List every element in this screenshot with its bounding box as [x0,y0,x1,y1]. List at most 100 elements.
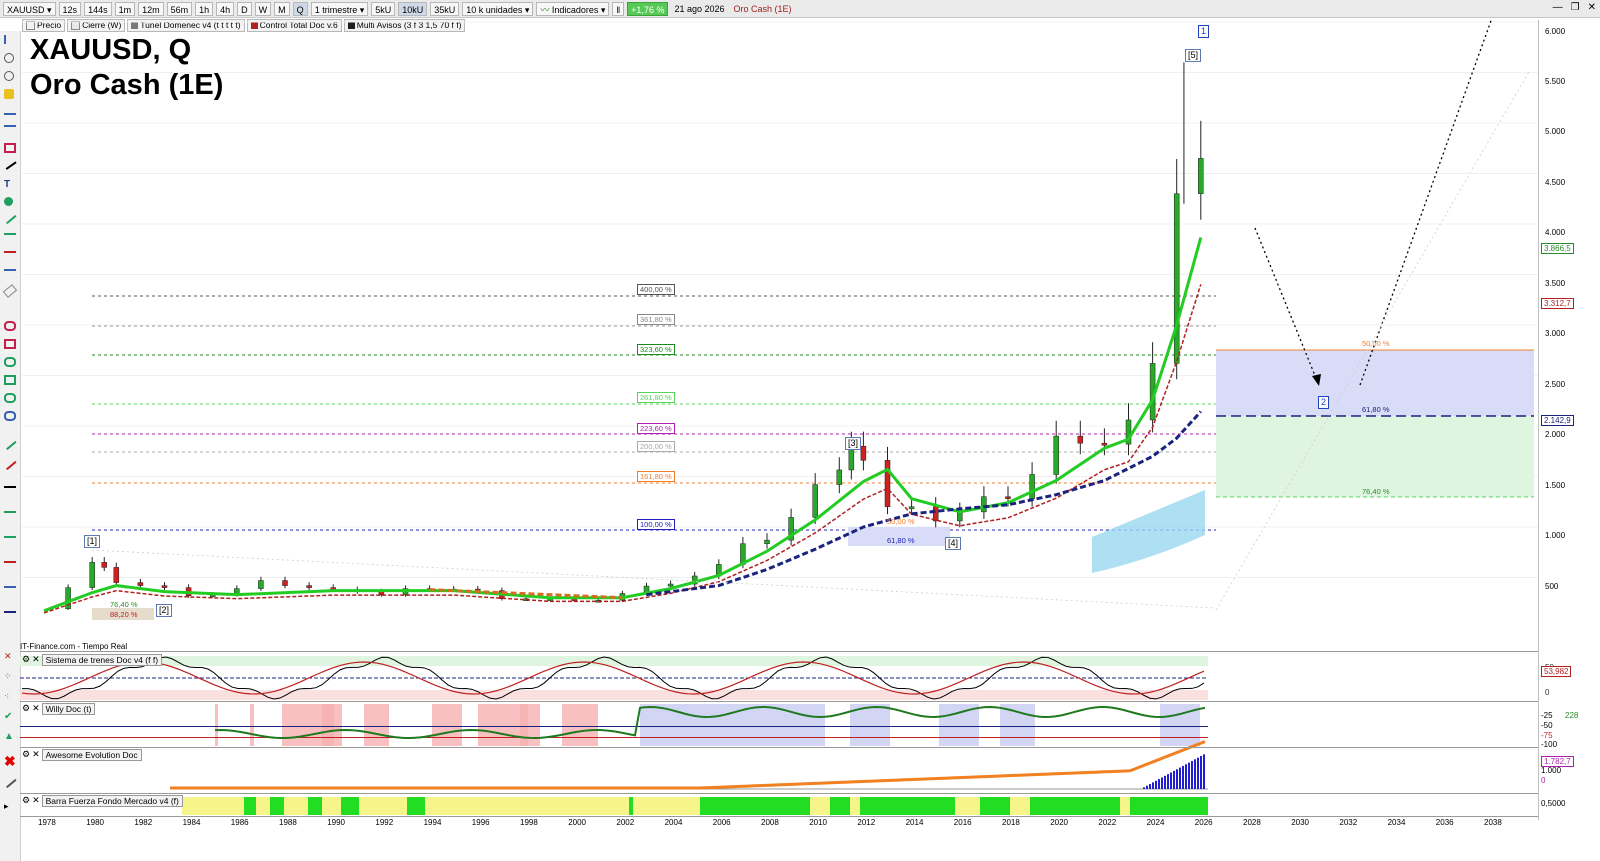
barra-green-block [830,797,850,815]
x-tick-label: 2002 [616,818,635,827]
candle-body [113,567,120,583]
awesome-bar [1158,779,1160,789]
subpanel-label[interactable]: Sistema de trenes Doc v4 (f f) [41,653,163,666]
wave-label-minor-1[interactable]: 1 [1198,25,1210,38]
awesome-bar [1197,757,1199,789]
subpanel-header-willy: ⚙ ✕ Willy Doc (t) [22,702,96,715]
y-tick-label: 2.500 [1545,380,1566,389]
close-icon[interactable]: ✕ [32,654,40,665]
candle-body [667,583,674,587]
y-tick-label: 1.000 [1545,531,1566,540]
sub1-band-bottom [20,690,1208,700]
sub2-value: -100 [1541,740,1558,749]
wave-label-5[interactable]: [5] [1185,49,1202,62]
wave-label-minor-2[interactable]: 2 [1318,396,1330,409]
fib-label-161[interactable]: 161,80 % [637,471,675,482]
retr-label-618: 61,80 % [1362,405,1390,414]
subpanel-label[interactable]: Awesome Evolution Doc [41,748,142,761]
willy-band [432,704,462,746]
x-tick-label: 1978 [38,818,56,827]
restore-icon[interactable]: ❐ [1571,2,1580,13]
panel-divider[interactable] [20,747,1538,748]
minimize-icon[interactable]: — [1553,2,1563,13]
x-tick-label: 1994 [423,818,442,827]
candle-body [908,506,915,510]
x-tick-label: 2010 [809,818,827,827]
subpanel-label[interactable]: Willy Doc (t) [41,702,96,715]
candle-body [1029,474,1035,499]
x-tick-label: 1996 [471,818,490,827]
subpanel-header-awesome: ⚙ ✕ Awesome Evolution Doc [22,748,142,761]
barra-green-block [244,797,256,815]
data-source-label: IT-Finance.com - Tiempo Real [20,642,128,651]
candle-body [258,580,264,589]
wave-label-4[interactable]: [4] [945,537,962,550]
fib-label-223[interactable]: 223,60 % [637,423,675,434]
candle-body [89,562,95,588]
fib-label-361[interactable]: 361,80 % [637,314,675,325]
awesome-bar [1143,787,1145,789]
small-fib-882: 88,20 % [110,610,138,619]
y-tick-label: 2.000 [1545,430,1566,439]
awesome-bar [1191,760,1193,789]
settings-icon[interactable]: ⚙ [22,703,30,714]
settings-icon[interactable]: ⚙ [22,654,30,665]
fib-label-400[interactable]: 400,00 % [637,284,675,295]
wave-label-3[interactable]: [3] [845,437,862,450]
panel-divider[interactable] [20,651,1538,652]
x-tick-label: 2014 [905,818,924,827]
candle-body [1173,193,1180,364]
y-tick-label: 5.000 [1545,127,1566,136]
panel-divider[interactable] [20,701,1538,702]
barra-green-block [629,797,633,815]
x-tick-label: 2018 [1002,818,1020,827]
willy-band [322,704,334,746]
awesome-bar [1164,775,1166,789]
fib-label-100[interactable]: 100,00 % [637,519,675,530]
wave-label-2[interactable]: [2] [156,604,173,617]
main-chart[interactable] [0,0,1538,861]
barra-green-block [341,797,359,815]
settings-icon[interactable]: ⚙ [22,749,30,760]
settings-icon[interactable]: ⚙ [22,795,30,806]
panel-divider[interactable] [20,793,1538,794]
candle-body [884,460,891,508]
candle-body [306,585,312,588]
fib-label-200[interactable]: 200,00 % [637,441,675,452]
fib-label-323[interactable]: 323,60 % [637,344,675,355]
candle-body [1198,158,1204,194]
sub3-value: 0 [1541,776,1546,785]
fib-label-261[interactable]: 261,80 % [637,392,675,403]
sub1-osc-red [21,661,1205,695]
y-tick-label: 5.500 [1545,77,1566,86]
x-tick-label: 2016 [953,818,972,827]
awesome-bar [1152,782,1154,789]
close-icon[interactable]: ✕ [1588,2,1596,13]
y-tick-label: 4.000 [1545,228,1566,237]
x-tick-label: 1998 [520,818,538,827]
candle-body [812,484,818,518]
subpanel-label[interactable]: Barra Fuerza Fondo Mercado v4 (f) [41,794,183,807]
panel-divider [20,816,1538,817]
awesome-line-orange [170,740,1206,790]
barra-green-block [980,797,1010,815]
awesome-bar [1203,754,1205,789]
willy-lowline [20,737,1208,738]
barra-green-block [308,797,322,815]
awesome-bar [1176,769,1178,789]
retr-label-50: 50,00 % [1362,339,1390,348]
x-tick-label: 2008 [761,818,779,827]
price-tag-sub3: 1.782,7 [1541,756,1574,767]
wave-label-1[interactable]: [1] [84,535,101,548]
close-icon[interactable]: ✕ [32,749,40,760]
awesome-bar [1194,759,1196,789]
close-icon[interactable]: ✕ [32,703,40,714]
x-tick-label: 1990 [327,818,345,827]
x-tick-label: 2036 [1435,818,1454,827]
willy-band [1000,704,1035,746]
awesome-bar [1149,784,1151,789]
y-tick-label: 3.500 [1545,279,1566,288]
willy-band [562,704,598,746]
close-icon[interactable]: ✕ [32,795,40,806]
x-tick-label: 2000 [568,818,586,827]
